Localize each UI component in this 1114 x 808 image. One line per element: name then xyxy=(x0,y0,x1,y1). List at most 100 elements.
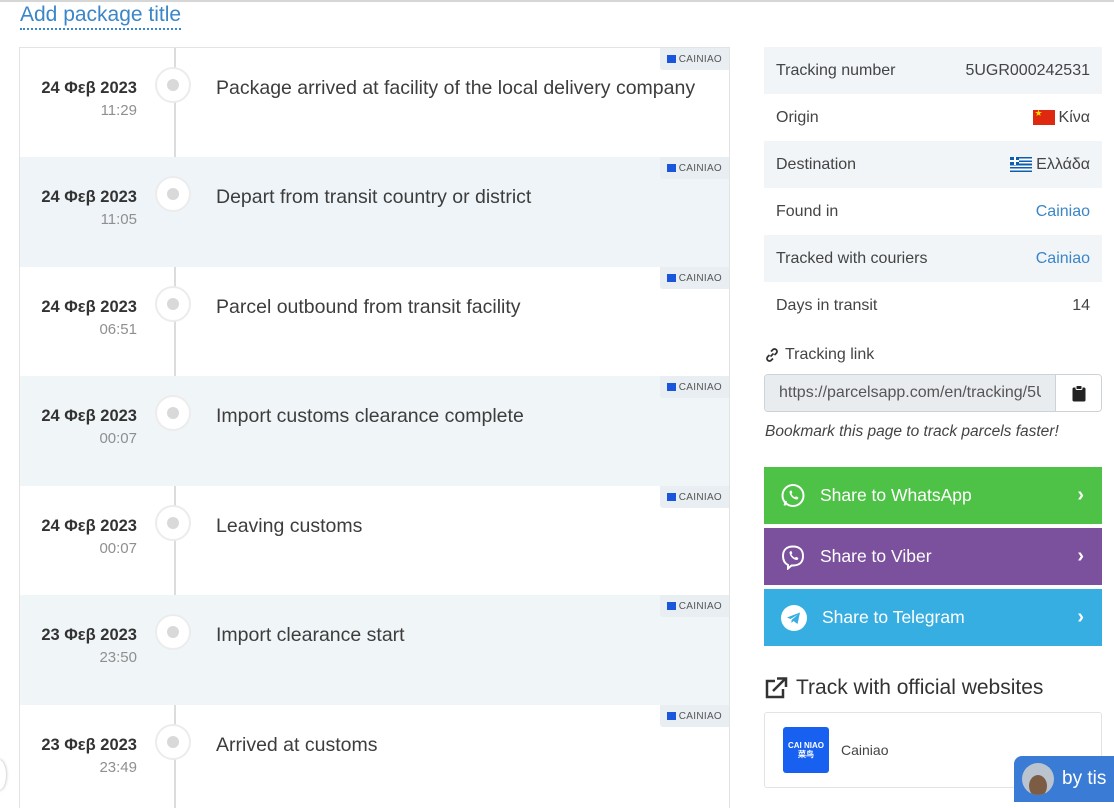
event-time: 11:05 xyxy=(100,211,137,228)
event-time: 11:29 xyxy=(100,102,137,119)
bookmark-hint: Bookmark this page to track parcels fast… xyxy=(765,423,1059,440)
courier-badge: CAINIAO xyxy=(659,486,729,508)
event-description: Import customs clearance complete xyxy=(216,405,524,427)
viber-icon xyxy=(781,544,805,570)
event-time: 00:07 xyxy=(99,540,137,557)
courier-badge-label: CAINIAO xyxy=(678,53,722,65)
event-date: 24 Φεβ 2023 xyxy=(41,407,137,425)
courier-badge: CAINIAO xyxy=(659,48,729,70)
origin-value: Κίνα xyxy=(1032,108,1090,127)
cainiao-icon xyxy=(666,493,676,501)
timeline-dot-icon xyxy=(155,505,191,541)
event-description: Leaving customs xyxy=(216,515,363,537)
days-in-transit-label: Days in transit xyxy=(776,296,878,314)
destination-row: Destination Ελλάδα xyxy=(764,141,1102,188)
destination-value: Ελλάδα xyxy=(1010,156,1090,174)
timeline-event: 24 Φεβ 2023 00:07 Leaving customs CAINIA… xyxy=(20,486,729,596)
found-in-link[interactable]: Cainiao xyxy=(1036,203,1090,221)
event-time: 00:07 xyxy=(99,430,137,447)
event-date: 24 Φεβ 2023 xyxy=(41,188,137,206)
days-in-transit-row: Days in transit 14 xyxy=(764,282,1102,329)
timeline-dot-icon xyxy=(155,67,191,103)
event-description: Parcel outbound from transit facility xyxy=(216,296,521,318)
tracking-number-label: Tracking number xyxy=(776,61,896,79)
courier-badge: CAINIAO xyxy=(659,595,729,617)
event-date: 24 Φεβ 2023 xyxy=(41,298,137,316)
timeline-dot-icon xyxy=(155,286,191,322)
avatar xyxy=(1022,763,1054,795)
chevron-right-icon: › xyxy=(1077,545,1084,567)
tracking-link-label: Tracking link xyxy=(785,346,875,363)
courier-badge: CAINIAO xyxy=(659,705,729,727)
chevron-right-icon: › xyxy=(1077,484,1084,506)
origin-row: Origin Κίνα xyxy=(764,94,1102,141)
timeline-event: 24 Φεβ 2023 11:29 Package arrived at fac… xyxy=(20,48,729,158)
tracking-number-row: Tracking number 5UGR000242531 xyxy=(764,47,1102,94)
tracking-number-value: 5UGR000242531 xyxy=(965,61,1090,79)
tracking-link-box xyxy=(764,374,1102,412)
timeline-event: 23 Φεβ 2023 23:49 Arrived at customs CAI… xyxy=(20,705,729,808)
timeline-event: 24 Φεβ 2023 11:05 Depart from transit co… xyxy=(20,157,729,267)
cainiao-logo: CAI NIAO 菜鸟 xyxy=(783,727,829,773)
event-date: 24 Φεβ 2023 xyxy=(41,517,137,535)
package-info-table: Tracking number 5UGR000242531 Origin Κίν… xyxy=(764,47,1102,329)
share-whatsapp-button[interactable]: Share to WhatsApp › xyxy=(764,467,1102,524)
share-viber-label: Share to Viber xyxy=(820,546,932,566)
chevron-right-icon: › xyxy=(1077,606,1084,628)
greece-flag-icon xyxy=(1010,157,1033,172)
found-in-row: Found in Cainiao xyxy=(764,188,1102,235)
by-widget-label: by tis xyxy=(1062,768,1107,789)
cainiao-icon xyxy=(666,602,676,610)
courier-badge-label: CAINIAO xyxy=(678,491,722,503)
event-time: 23:50 xyxy=(99,649,137,666)
external-link-icon xyxy=(765,677,788,699)
origin-country: Κίνα xyxy=(1058,108,1090,126)
event-description: Import clearance start xyxy=(216,624,405,646)
share-telegram-button[interactable]: Share to Telegram › xyxy=(764,589,1102,646)
official-websites-title: Track with official websites xyxy=(796,676,1044,699)
tracked-with-label: Tracked with couriers xyxy=(776,249,928,267)
tracking-link-heading: Tracking link xyxy=(764,346,874,364)
courier-badge: CAINIAO xyxy=(659,267,729,289)
telegram-icon xyxy=(781,604,807,631)
clipboard-icon xyxy=(1072,384,1085,401)
china-flag-icon xyxy=(1032,108,1055,125)
event-date: 24 Φεβ 2023 xyxy=(41,79,137,97)
timeline-dot-icon xyxy=(155,724,191,760)
copy-link-button[interactable] xyxy=(1055,375,1101,411)
cainiao-icon xyxy=(666,712,676,720)
event-time: 23:49 xyxy=(99,759,137,776)
official-websites-heading: Track with official websites xyxy=(764,676,1043,700)
cainiao-icon xyxy=(666,164,676,172)
found-in-label: Found in xyxy=(776,202,839,220)
event-date: 23 Φεβ 2023 xyxy=(41,626,137,644)
scroll-handle[interactable] xyxy=(0,760,6,790)
destination-country: Ελλάδα xyxy=(1036,155,1090,173)
timeline-dot-icon xyxy=(155,176,191,212)
courier-badge-label: CAINIAO xyxy=(678,381,722,393)
whatsapp-icon xyxy=(781,483,805,507)
add-package-title-link[interactable]: Add package title xyxy=(20,3,182,30)
courier-badge-label: CAINIAO xyxy=(678,272,722,284)
tracking-timeline: 24 Φεβ 2023 11:29 Package arrived at fac… xyxy=(19,47,730,808)
timeline-event: 24 Φεβ 2023 00:07 Import customs clearan… xyxy=(20,376,729,486)
tracked-with-link[interactable]: Cainiao xyxy=(1036,250,1090,268)
timeline-dot-icon xyxy=(155,614,191,650)
cainiao-icon xyxy=(666,274,676,282)
event-date: 23 Φεβ 2023 xyxy=(41,736,137,754)
share-whatsapp-label: Share to WhatsApp xyxy=(820,485,972,505)
event-description: Package arrived at facility of the local… xyxy=(216,77,696,99)
courier-badge-label: CAINIAO xyxy=(678,600,722,612)
share-viber-button[interactable]: Share to Viber › xyxy=(764,528,1102,585)
share-telegram-label: Share to Telegram xyxy=(822,607,965,627)
days-in-transit-value: 14 xyxy=(1072,296,1090,314)
cainiao-icon xyxy=(666,55,676,63)
tracked-with-row: Tracked with couriers Cainiao xyxy=(764,235,1102,282)
cainiao-icon xyxy=(666,383,676,391)
tracking-link-input[interactable] xyxy=(765,375,1055,411)
courier-badge: CAINIAO xyxy=(659,376,729,398)
by-widget-button[interactable]: by tis xyxy=(1014,756,1114,802)
courier-badge-label: CAINIAO xyxy=(678,162,722,174)
destination-label: Destination xyxy=(776,155,857,173)
timeline-dot-icon xyxy=(155,395,191,431)
